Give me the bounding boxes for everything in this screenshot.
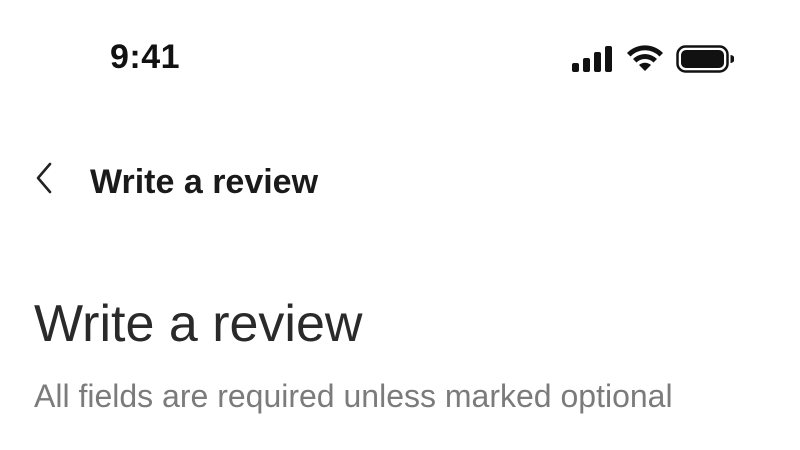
nav-title: Write a review: [90, 163, 319, 201]
status-time: 9:41: [110, 38, 181, 76]
battery-icon: [676, 45, 734, 73]
status-bar: 9:41: [0, 0, 800, 120]
nav-bar: Write a review: [0, 150, 800, 210]
cellular-signal-icon: [572, 46, 614, 72]
wifi-icon: [626, 45, 664, 73]
chevron-left-icon: [34, 161, 54, 200]
page-title: Write a review: [34, 295, 363, 353]
status-icons: [572, 44, 734, 74]
screen: 9:41 Write a review Write a review All f…: [0, 0, 800, 450]
page-subtitle: All fields are required unless marked op…: [34, 378, 673, 414]
back-button[interactable]: [28, 160, 60, 200]
